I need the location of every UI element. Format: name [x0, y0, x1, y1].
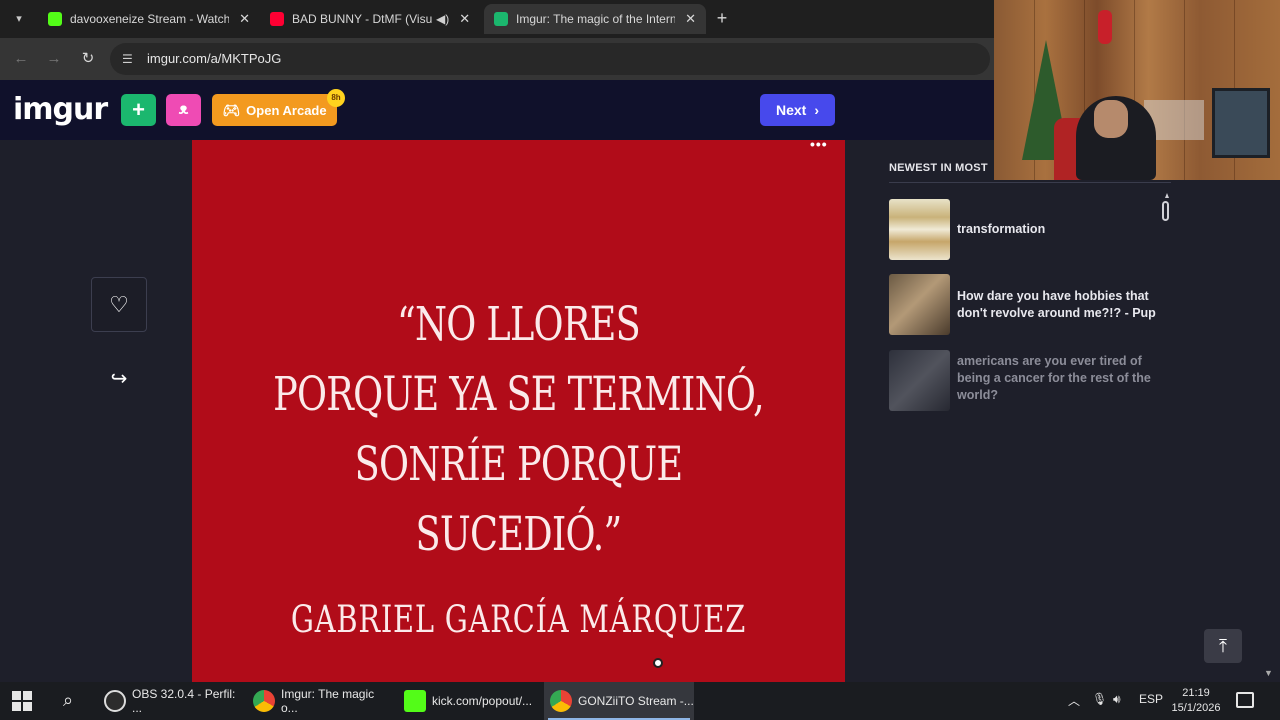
kick-icon [404, 690, 426, 712]
post-thumbnail [889, 350, 950, 411]
webcam-overlay [994, 0, 1280, 180]
close-tab-icon[interactable]: ✕ [239, 11, 250, 27]
taskbar-label: kick.com/popout/... [432, 694, 533, 708]
emerald-pig-button[interactable]: ᴥ [166, 94, 201, 126]
windows-taskbar: ⌕ OBS 32.0.4 - Perfil: ... Imgur: The ma… [0, 682, 1280, 720]
close-tab-icon[interactable]: ✕ [685, 11, 696, 27]
tab-title: Imgur: The magic of the Interne [516, 12, 676, 26]
back-arrow-icon[interactable]: ← [10, 48, 32, 70]
tab-kick-stream[interactable]: davooxeneize Stream - Watch L ✕ [38, 4, 260, 34]
back-to-top-button[interactable]: ⤒ [1204, 629, 1242, 663]
input-language[interactable]: ESP [1139, 692, 1163, 706]
gamepad-icon: 🎮︎ [222, 101, 241, 118]
quote-line: “NO LLORES [397, 297, 641, 352]
plus-icon: + [132, 97, 145, 122]
tray-chevron-up-icon[interactable]: ︿ [1068, 692, 1080, 709]
tab-imgur[interactable]: Imgur: The magic of the Interne ✕ [484, 4, 706, 34]
forward-arrow-icon[interactable]: → [43, 48, 65, 70]
post-title: How dare you have hobbies that don't rev… [957, 289, 1156, 320]
post-thumbnail [889, 274, 950, 335]
clock-date: 15/1/2026 [1171, 702, 1221, 714]
audio-playing-icon[interactable]: ◀) [436, 12, 449, 26]
heart-icon: ♡ [109, 292, 129, 317]
post-thumbnail [889, 199, 950, 260]
taskbar-item-chrome-stream[interactable]: GONZiiTO Stream -... [544, 682, 694, 720]
pig-icon: ᴥ [178, 101, 189, 118]
microphone-icon[interactable]: 🎙︎ [1092, 692, 1107, 706]
address-url[interactable]: imgur.com/a/MKTPoJG [147, 51, 281, 66]
sidebar-post-item[interactable]: transformation [889, 199, 1179, 261]
chrome-icon [253, 690, 275, 712]
taskbar-label: Imgur: The magic o... [281, 687, 375, 715]
system-clock[interactable]: 21:19 15/1/2026 [1166, 686, 1226, 716]
quote-line: PORQUE YA SE TERMINÓ, [273, 367, 765, 422]
imgur-logo[interactable]: imgur [13, 92, 108, 127]
kick-favicon-icon [48, 12, 62, 26]
arrow-up-icon: ⤒ [1219, 636, 1227, 656]
obs-icon [104, 690, 126, 712]
next-post-button[interactable]: Next › [760, 94, 835, 126]
post-title: americans are you ever tired of being a … [957, 354, 1151, 402]
volume-icon[interactable]: 🔊︎ [1113, 692, 1121, 707]
notifications-icon[interactable] [1236, 692, 1254, 708]
quote-text: “NO LLORES PORQUE YA SE TERMINÓ, SONRÍE … [264, 290, 773, 570]
open-arcade-button[interactable]: 🎮︎ Open Arcade [212, 94, 337, 126]
taskbar-item-chrome-imgur[interactable]: Imgur: The magic o... [247, 682, 391, 720]
tab-title: BAD BUNNY - DtMF (Visual [292, 12, 432, 26]
mouse-cursor-icon [653, 658, 663, 668]
windows-start-icon[interactable] [12, 691, 32, 711]
taskbar-item-kick[interactable]: kick.com/popout/... [398, 682, 540, 720]
chevron-right-icon: › [814, 102, 820, 118]
sidebar-divider [889, 182, 1171, 183]
taskbar-item-obs[interactable]: OBS 32.0.4 - Perfil: ... [98, 682, 240, 720]
open-arcade-label: Open Arcade [246, 102, 327, 118]
post-image[interactable]: “NO LLORES PORQUE YA SE TERMINÓ, SONRÍE … [192, 140, 845, 682]
monitor [1212, 88, 1270, 158]
site-info-icon[interactable]: ☰ [122, 52, 136, 66]
scroll-indicator-icon[interactable] [1162, 193, 1169, 221]
arcade-time-badge: 8h [327, 89, 345, 107]
tab-title: davooxeneize Stream - Watch L [70, 12, 230, 26]
sidebar-title: NEWEST IN MOST [889, 162, 988, 174]
close-tab-icon[interactable]: ✕ [459, 11, 470, 27]
taskbar-label: OBS 32.0.4 - Perfil: ... [132, 687, 236, 715]
share-arrow-icon[interactable]: ↪ [106, 366, 132, 390]
streamer-face [1094, 100, 1128, 138]
sidebar-post-item[interactable]: How dare you have hobbies that don't rev… [889, 274, 1179, 336]
address-bar[interactable]: ☰ imgur.com/a/MKTPoJG [110, 43, 990, 75]
post-title: transformation [957, 222, 1046, 236]
sidebar-post-item[interactable]: americans are you ever tired of being a … [889, 350, 1179, 412]
tab-youtube-bad-bunny[interactable]: BAD BUNNY - DtMF (Visual ◀) ✕ [260, 4, 482, 34]
search-icon[interactable]: ⌕ [56, 690, 80, 714]
reload-icon[interactable]: ↻ [77, 48, 99, 70]
imgur-favicon-icon [494, 12, 508, 26]
red-ornament [1098, 10, 1112, 44]
next-label: Next [775, 102, 807, 118]
chrome-icon [550, 690, 572, 712]
new-tab-plus-icon[interactable]: + [711, 8, 733, 29]
new-post-button[interactable]: + [121, 94, 156, 126]
more-options-icon[interactable]: ••• [810, 136, 828, 152]
tab-search-chevron-icon[interactable]: ▾ [8, 8, 30, 30]
clock-time: 21:19 [1182, 687, 1210, 699]
quote-line: SONRÍE PORQUE SUCEDIÓ.” [354, 437, 683, 562]
scroll-down-arrow-icon[interactable]: ▼ [1264, 668, 1273, 678]
favorite-heart-button[interactable]: ♡ [91, 277, 147, 332]
taskbar-label: GONZiiTO Stream -... [578, 694, 694, 708]
quote-author: GABRIEL GARCÍA MÁRQUEZ [290, 598, 747, 641]
youtube-favicon-icon [270, 12, 284, 26]
